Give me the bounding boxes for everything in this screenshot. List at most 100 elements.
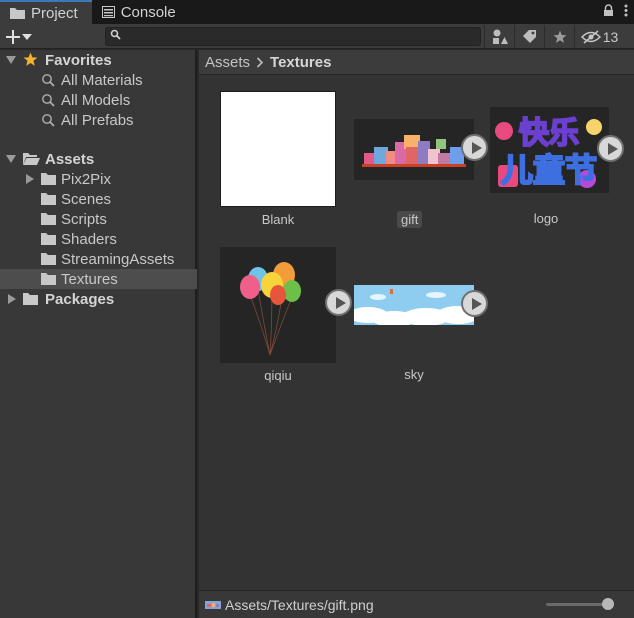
search-by-type-button[interactable] (484, 25, 514, 48)
asset-thumbnail: 快乐 儿童节 (490, 107, 609, 193)
kebab-menu-icon[interactable] (624, 4, 628, 17)
folder-icon (23, 293, 38, 305)
breadcrumb: Assets Textures (199, 50, 634, 75)
asset-tile-qiqiu[interactable]: qiqiu (220, 247, 352, 387)
search-by-label-button[interactable] (514, 25, 544, 48)
tree-folder-shaders[interactable]: Shaders (0, 229, 197, 249)
tree-item-label: All Prefabs (61, 111, 134, 129)
search-icon (42, 74, 55, 87)
tree-folder-label: StreamingAssets (61, 250, 175, 268)
asset-label: sky (404, 367, 424, 382)
tree-assets-label: Assets (45, 150, 95, 168)
sky-image (354, 285, 474, 325)
status-bar: Assets/Textures/gift.png (199, 590, 634, 618)
tree-assets[interactable]: Assets (0, 149, 197, 169)
tag-icon (523, 30, 536, 43)
tab-console-label: Console (120, 3, 176, 21)
folder-icon (41, 273, 56, 285)
asset-tile-logo[interactable]: 快乐 儿童节 logo (490, 107, 624, 231)
open-folder-icon (23, 153, 40, 165)
favorite-search-button[interactable] (544, 25, 574, 48)
asset-label: gift (397, 211, 423, 228)
expand-arrow-icon[interactable] (6, 155, 16, 163)
type-filter-icon (492, 29, 508, 44)
search-icon (110, 29, 121, 40)
folder-icon (41, 253, 56, 265)
asset-label: Blank (261, 212, 295, 227)
asset-thumbnail (220, 91, 336, 207)
balloons-image (240, 262, 301, 356)
tree-favorites[interactable]: Favorites (0, 50, 197, 70)
tree-folder-textures[interactable]: Textures (0, 269, 197, 289)
tree-favorites-label: Favorites (45, 51, 112, 69)
console-icon (101, 6, 115, 18)
tree-item-label: All Models (61, 91, 131, 109)
search-field[interactable] (105, 27, 481, 46)
logo-text-line2: 儿童节 (501, 151, 597, 189)
asset-browser: Assets Textures Blank gift 快乐 儿童节 logo q… (199, 50, 634, 590)
tree-packages-label: Packages (45, 290, 115, 308)
chevron-right-icon (256, 56, 264, 68)
selected-asset-path: Assets/Textures/gift.png (225, 596, 374, 613)
expand-arrow-icon[interactable] (6, 56, 16, 64)
breadcrumb-textures[interactable]: Textures (270, 54, 331, 71)
play-preview-button[interactable] (461, 134, 488, 161)
asset-thumbnail (354, 119, 474, 180)
asset-thumbnail (220, 247, 336, 363)
star-icon (553, 30, 566, 43)
tree-folder-label: Pix2Pix (61, 170, 112, 188)
project-toolbar: 13 (0, 24, 634, 49)
toolbar-filter-buttons: 13 (484, 25, 624, 48)
tree-item-all-prefabs[interactable]: All Prefabs (0, 110, 197, 130)
tree-folder-label: Shaders (61, 230, 117, 248)
tab-console[interactable]: Console (92, 0, 190, 24)
expand-arrow-icon[interactable] (26, 174, 34, 184)
asset-tile-gift[interactable]: gift (354, 119, 488, 231)
logo-text-line1: 快乐 (519, 116, 579, 151)
create-dropdown-button[interactable] (6, 26, 32, 47)
tree-folder-scripts[interactable]: Scripts (0, 209, 197, 229)
asset-tile-blank[interactable]: Blank (220, 91, 338, 233)
tree-folder-label: Scenes (61, 190, 112, 208)
tab-actions (603, 4, 628, 17)
blank-texture-image (221, 92, 335, 206)
hidden-packages-toggle[interactable]: 13 (574, 25, 624, 48)
folder-icon (41, 213, 56, 225)
tree-item-all-materials[interactable]: All Materials (0, 70, 197, 90)
asset-tile-sky[interactable]: sky (354, 285, 488, 387)
folder-icon (41, 173, 56, 185)
tree-folder-streamingassets[interactable]: StreamingAssets (0, 249, 197, 269)
breadcrumb-assets[interactable]: Assets (205, 54, 250, 71)
folder-icon (41, 233, 56, 245)
childrens-day-logo-image: 快乐 儿童节 (495, 115, 602, 190)
play-preview-button[interactable] (325, 289, 352, 316)
gift-boxes-image (362, 135, 466, 167)
asset-thumbnail (354, 285, 474, 325)
chevron-down-icon (22, 33, 32, 40)
lock-icon[interactable] (603, 4, 614, 17)
tree-folder-scenes[interactable]: Scenes (0, 189, 197, 209)
plus-icon (6, 29, 20, 44)
search-input[interactable] (124, 29, 474, 44)
tree-folder-label: Scripts (61, 210, 107, 228)
hidden-packages-count: 13 (602, 28, 619, 45)
search-icon (42, 114, 55, 127)
slider-knob[interactable] (602, 598, 614, 610)
expand-arrow-icon[interactable] (8, 294, 16, 304)
tree-item-all-models[interactable]: All Models (0, 90, 197, 110)
folder-icon (10, 8, 25, 19)
tree-folder-pix2pix[interactable]: Pix2Pix (0, 169, 197, 189)
thumbnail-size-slider[interactable] (546, 598, 614, 610)
play-preview-button[interactable] (597, 135, 624, 162)
tree-folder-label: Textures (61, 270, 118, 288)
search-icon (42, 94, 55, 107)
tree-packages[interactable]: Packages (0, 289, 197, 309)
folder-icon (41, 193, 56, 205)
play-preview-button[interactable] (461, 290, 488, 317)
star-icon (23, 52, 38, 66)
tree-item-label: All Materials (61, 71, 143, 89)
tab-project[interactable]: Project (0, 0, 92, 24)
project-folder-tree: Favorites All Materials All Models All P… (0, 50, 197, 618)
asset-label: logo (533, 211, 559, 226)
eye-slash-icon (580, 29, 601, 44)
